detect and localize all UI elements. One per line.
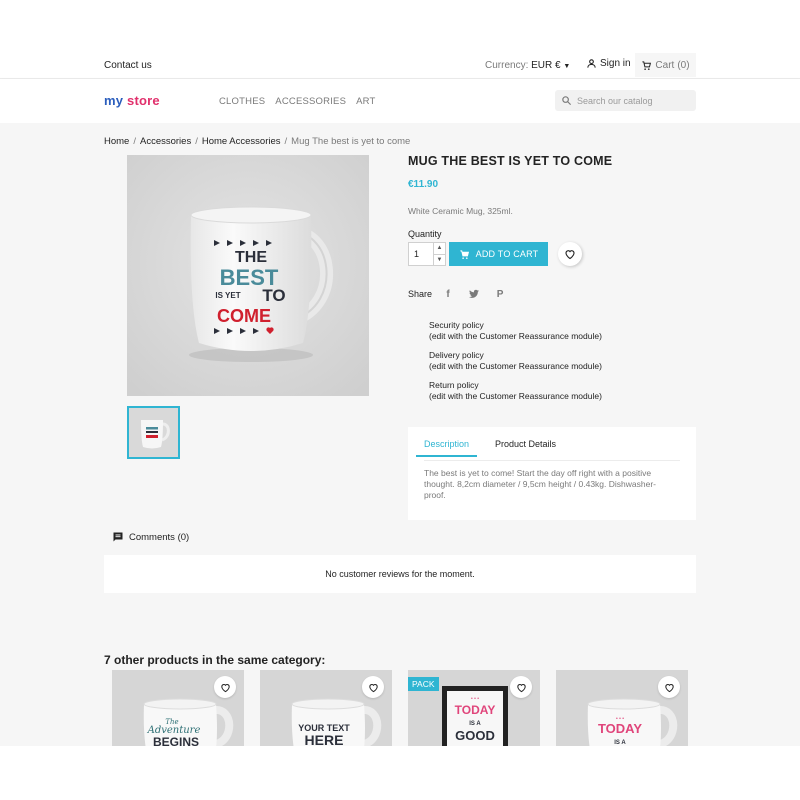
currency-value: EUR €	[531, 60, 561, 71]
add-to-cart-label: ADD TO CART	[475, 249, 539, 259]
quantity-down-icon[interactable]: ▼	[434, 255, 445, 266]
reassurance-security: Security policy (edit with the Customer …	[429, 320, 602, 342]
reassurance-title: Delivery policy	[429, 350, 484, 360]
related-product-card[interactable]: YOUR TEXT HERE	[260, 670, 392, 746]
mug-text: BEGINS	[153, 735, 199, 746]
heart-icon	[368, 683, 378, 692]
page: Contact us Currency: EUR € ▼ Sign in Car…	[0, 0, 800, 800]
top-bar: Contact us Currency: EUR € ▼ Sign in Car…	[0, 52, 800, 79]
currency-selector[interactable]: Currency: EUR € ▼	[485, 60, 570, 71]
related-product-card[interactable]: The Adventure BEGINS	[112, 670, 244, 746]
frame-text: TODAY	[455, 703, 496, 717]
reassurance-note: (edit with the Customer Reassurance modu…	[429, 391, 602, 401]
related-product-card[interactable]: • • • TODAY IS A GOOD PACK	[408, 670, 540, 746]
heart-icon	[516, 683, 526, 692]
share-label: Share	[408, 289, 433, 299]
logo-text-my: my	[104, 93, 124, 108]
mug-text-the: THE	[235, 249, 267, 266]
breadcrumb-current: Mug The best is yet to come	[291, 136, 411, 147]
cart-icon	[642, 60, 652, 70]
no-reviews-message: No customer reviews for the moment.	[104, 555, 696, 593]
product-price: €11.90	[408, 179, 439, 190]
user-icon	[587, 59, 596, 68]
reassurance-note: (edit with the Customer Reassurance modu…	[429, 331, 602, 341]
mug-thumbnail-icon	[140, 419, 170, 448]
heart-icon	[565, 250, 575, 260]
reassurance-delivery: Delivery policy (edit with the Customer …	[429, 350, 602, 372]
facebook-icon[interactable]: f	[438, 284, 458, 304]
site-header: my store CLOTHES ACCESSORIES ART Search …	[0, 79, 800, 123]
comments-label: Comments (0)	[129, 531, 190, 543]
twitter-icon[interactable]	[464, 284, 484, 304]
cart-button[interactable]: Cart (0)	[635, 53, 696, 77]
wishlist-button[interactable]	[214, 676, 236, 698]
search-icon	[562, 96, 572, 106]
mug-text: TODAY	[598, 721, 642, 736]
quantity-value: 1	[414, 249, 420, 259]
svg-text:• • •: • • •	[471, 696, 479, 702]
breadcrumb-home[interactable]: Home	[104, 136, 129, 147]
quantity-up-icon[interactable]: ▲	[434, 243, 445, 255]
frame-text: IS A	[469, 721, 481, 727]
product-title: MUG THE BEST IS YET TO COME	[408, 154, 613, 168]
mug-text-to: TO	[262, 286, 285, 305]
reassurance-title: Return policy	[429, 380, 479, 390]
mug-text-is-yet: IS YET	[215, 291, 240, 300]
frame-text: GOOD	[455, 728, 495, 743]
comment-icon	[113, 532, 123, 542]
mug-text: IS A	[614, 740, 626, 746]
comments-header: Comments (0)	[112, 531, 189, 543]
contact-us-link[interactable]: Contact us	[104, 60, 152, 71]
wishlist-button[interactable]	[658, 676, 680, 698]
mug-text-come: COME	[217, 306, 271, 326]
reassurance-return: Return policy (edit with the Customer Re…	[429, 380, 602, 402]
cart-count: (0)	[677, 59, 690, 71]
related-product-card[interactable]: • • • TODAY IS A	[556, 670, 688, 746]
cart-label: Cart	[655, 59, 675, 71]
wishlist-button[interactable]	[558, 242, 582, 266]
related-products-heading: 7 other products in the same category:	[104, 653, 326, 667]
sign-in-label: Sign in	[600, 58, 631, 69]
add-to-cart-button[interactable]: ADD TO CART	[449, 242, 548, 266]
nav-item-art[interactable]: ART	[356, 96, 375, 107]
quantity-label: Quantity	[408, 229, 442, 239]
tab-description[interactable]: Description	[416, 439, 478, 457]
logo-text-store: store	[127, 93, 160, 108]
breadcrumb-home-accessories[interactable]: Home Accessories	[202, 136, 281, 147]
no-reviews-text: No customer reviews for the moment.	[325, 569, 475, 579]
product-cover-image[interactable]: THE BEST IS YET TO COME	[127, 155, 369, 396]
product-short-description: White Ceramic Mug, 325ml.	[408, 206, 513, 216]
caret-down-icon: ▼	[563, 63, 571, 70]
cart-icon	[460, 249, 469, 259]
heart-icon	[664, 683, 674, 692]
nav-item-accessories[interactable]: ACCESSORIES	[275, 96, 346, 107]
main-content: Home / Accessories / Home Accessories / Mug Th…	[0, 123, 800, 746]
breadcrumb: Home / Accessories / Home Accessories / Mug Th…	[104, 136, 411, 147]
breadcrumb-accessories[interactable]: Accessories	[140, 136, 191, 147]
tab-description-content: The best is yet to come! Start the day o…	[424, 468, 656, 500]
main-nav: CLOTHES ACCESSORIES ART	[219, 96, 376, 107]
wishlist-button[interactable]	[510, 676, 532, 698]
product-thumbnail[interactable]	[127, 406, 180, 459]
reassurance-note: (edit with the Customer Reassurance modu…	[429, 361, 602, 371]
search-input[interactable]: Search our catalog	[555, 90, 696, 111]
search-placeholder: Search our catalog	[577, 95, 653, 106]
share-row: Share f P	[408, 284, 510, 304]
tab-product-details[interactable]: Product Details	[495, 439, 556, 457]
quantity-stepper[interactable]: 1 ▲ ▼	[408, 242, 446, 266]
product-tabs: Description Product Details The best is …	[408, 427, 696, 520]
nav-item-clothes[interactable]: CLOTHES	[219, 96, 265, 107]
pack-badge: PACK	[408, 677, 439, 691]
currency-label: Currency:	[485, 60, 529, 71]
heart-icon	[220, 683, 230, 692]
pinterest-icon[interactable]: P	[490, 284, 510, 304]
sign-in-link[interactable]: Sign in	[586, 58, 631, 69]
mug-text: HERE	[305, 732, 344, 746]
wishlist-button[interactable]	[362, 676, 384, 698]
store-logo[interactable]: my store	[104, 93, 160, 108]
mug-illustration: THE BEST IS YET TO COME	[127, 155, 369, 396]
reassurance-title: Security policy	[429, 320, 484, 330]
